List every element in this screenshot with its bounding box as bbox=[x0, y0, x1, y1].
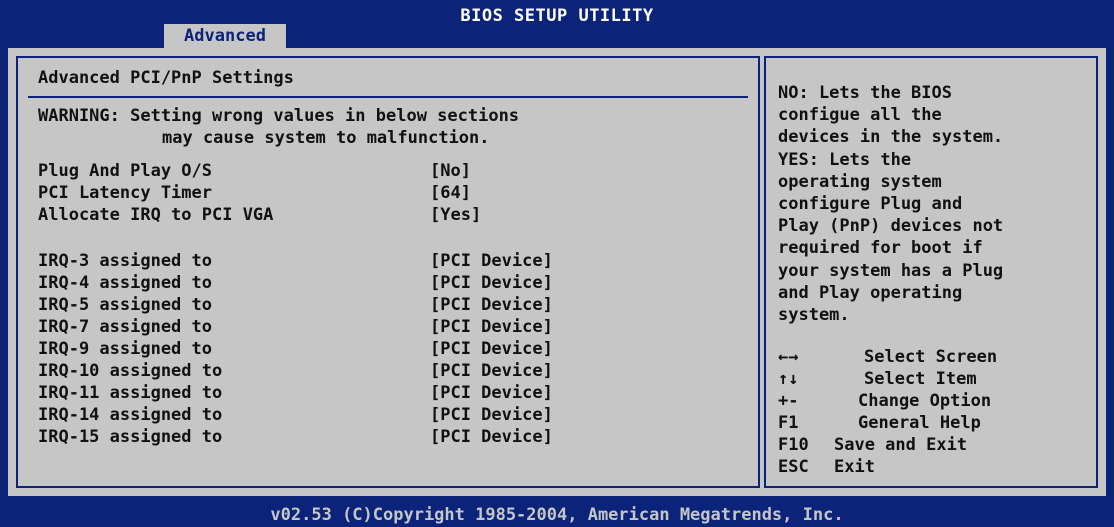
copyright-footer: v02.53 (C)Copyright 1985-2004, American … bbox=[270, 505, 844, 525]
setting-irq-3[interactable]: IRQ-3 assigned to [PCI Device] bbox=[38, 250, 738, 272]
key-label: F1 bbox=[778, 413, 799, 433]
setting-label: Plug And Play O/S bbox=[38, 161, 212, 181]
setting-pci-latency-timer[interactable]: PCI Latency Timer [64] bbox=[38, 182, 738, 204]
key-row-save-exit: F10 Save and Exit bbox=[778, 434, 1090, 456]
key-description: Exit bbox=[834, 457, 875, 477]
setting-label: IRQ-9 assigned to bbox=[38, 339, 212, 359]
setting-label: IRQ-10 assigned to bbox=[38, 361, 223, 381]
key-row-exit: ESC Exit bbox=[778, 456, 1090, 478]
warning-line-2: may cause system to malfunction. bbox=[162, 128, 490, 148]
setting-label: IRQ-5 assigned to bbox=[38, 295, 212, 315]
setting-label: IRQ-11 assigned to bbox=[38, 383, 223, 403]
key-row-general-help: F1 General Help bbox=[778, 412, 1090, 434]
setting-label: PCI Latency Timer bbox=[38, 183, 212, 203]
setting-label: Allocate IRQ to PCI VGA bbox=[38, 205, 274, 225]
section-title: Advanced PCI/PnP Settings bbox=[38, 68, 294, 88]
key-row-change-option: +- Change Option bbox=[778, 390, 1090, 412]
title-bar: BIOS SETUP UTILITY Advanced bbox=[0, 0, 1114, 48]
warning-line-1: WARNING: Setting wrong values in below s… bbox=[38, 106, 520, 126]
setting-value[interactable]: [PCI Device] bbox=[430, 316, 553, 338]
setting-allocate-irq-vga[interactable]: Allocate IRQ to PCI VGA [Yes] bbox=[38, 204, 738, 226]
setting-value[interactable]: [PCI Device] bbox=[430, 338, 553, 360]
left-right-arrows-icon: ←→ bbox=[778, 347, 799, 367]
setting-irq-4[interactable]: IRQ-4 assigned to [PCI Device] bbox=[38, 272, 738, 294]
section-divider bbox=[28, 96, 748, 98]
key-description: Select Screen bbox=[864, 347, 998, 367]
setting-value[interactable]: [No] bbox=[430, 160, 471, 182]
setting-label: IRQ-14 assigned to bbox=[38, 405, 223, 425]
key-row-select-item: ↑↓ Select Item bbox=[778, 368, 1090, 390]
tab-advanced[interactable]: Advanced bbox=[164, 24, 286, 48]
setting-value[interactable]: [PCI Device] bbox=[430, 250, 553, 272]
key-description: General Help bbox=[858, 413, 981, 433]
setting-irq-7[interactable]: IRQ-7 assigned to [PCI Device] bbox=[38, 316, 738, 338]
key-label: ESC bbox=[778, 457, 809, 477]
key-description: Select Item bbox=[864, 369, 977, 389]
setting-value[interactable]: [PCI Device] bbox=[430, 382, 553, 404]
setting-irq-14[interactable]: IRQ-14 assigned to [PCI Device] bbox=[38, 404, 738, 426]
setting-irq-5[interactable]: IRQ-5 assigned to [PCI Device] bbox=[38, 294, 738, 316]
setting-plug-and-play-os[interactable]: Plug And Play O/S [No] bbox=[38, 160, 738, 182]
setting-value[interactable]: [Yes] bbox=[430, 204, 481, 226]
key-description: Save and Exit bbox=[834, 435, 968, 455]
bios-title: BIOS SETUP UTILITY bbox=[460, 6, 654, 26]
setting-irq-11[interactable]: IRQ-11 assigned to [PCI Device] bbox=[38, 382, 738, 404]
setting-irq-9[interactable]: IRQ-9 assigned to [PCI Device] bbox=[38, 338, 738, 360]
setting-label: IRQ-15 assigned to bbox=[38, 427, 223, 447]
setting-label: IRQ-4 assigned to bbox=[38, 273, 212, 293]
setting-value[interactable]: [PCI Device] bbox=[430, 404, 553, 426]
key-label: F10 bbox=[778, 435, 809, 455]
setting-irq-10[interactable]: IRQ-10 assigned to [PCI Device] bbox=[38, 360, 738, 382]
plus-minus-icon: +- bbox=[778, 391, 799, 411]
setting-value[interactable]: [PCI Device] bbox=[430, 294, 553, 316]
setting-label: IRQ-3 assigned to bbox=[38, 251, 212, 271]
setting-label: IRQ-7 assigned to bbox=[38, 317, 212, 337]
setting-irq-15[interactable]: IRQ-15 assigned to [PCI Device] bbox=[38, 426, 738, 448]
setting-value[interactable]: [64] bbox=[430, 182, 471, 204]
help-text: NO: Lets the BIOS configue all the devic… bbox=[778, 83, 1004, 326]
setting-value[interactable]: [PCI Device] bbox=[430, 272, 553, 294]
setting-value[interactable]: [PCI Device] bbox=[430, 360, 553, 382]
key-row-select-screen: ←→ Select Screen bbox=[778, 346, 1090, 368]
key-description: Change Option bbox=[858, 391, 992, 411]
up-down-arrows-icon: ↑↓ bbox=[778, 369, 799, 389]
setting-value[interactable]: [PCI Device] bbox=[430, 426, 553, 448]
